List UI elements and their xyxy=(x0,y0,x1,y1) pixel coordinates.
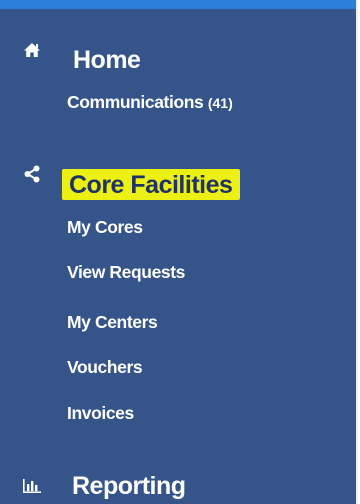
unread-count-badge: (41) xyxy=(207,95,233,111)
nav-link-my-centers[interactable]: My Centers xyxy=(67,312,158,333)
nav-link-label: Communications xyxy=(67,92,204,112)
nav-link-view-requests[interactable]: View Requests xyxy=(67,262,185,283)
home-icon xyxy=(22,41,42,59)
section-title-core-facilities[interactable]: Core Facilities xyxy=(62,169,241,200)
nav-link-invoices[interactable]: Invoices xyxy=(67,403,134,424)
share-icon xyxy=(22,165,42,183)
section-title-reporting[interactable]: Reporting xyxy=(72,472,186,501)
nav-link-my-cores[interactable]: My Cores xyxy=(67,217,143,238)
nav-link-vouchers[interactable]: Vouchers xyxy=(67,357,143,378)
bar-chart-icon xyxy=(22,477,42,495)
top-accent-bar xyxy=(0,0,356,9)
section-title-home[interactable]: Home xyxy=(73,46,141,75)
sidebar-nav: Home Communications (41) Core Facilities… xyxy=(0,0,358,504)
nav-link-communications[interactable]: Communications (41) xyxy=(67,92,233,113)
